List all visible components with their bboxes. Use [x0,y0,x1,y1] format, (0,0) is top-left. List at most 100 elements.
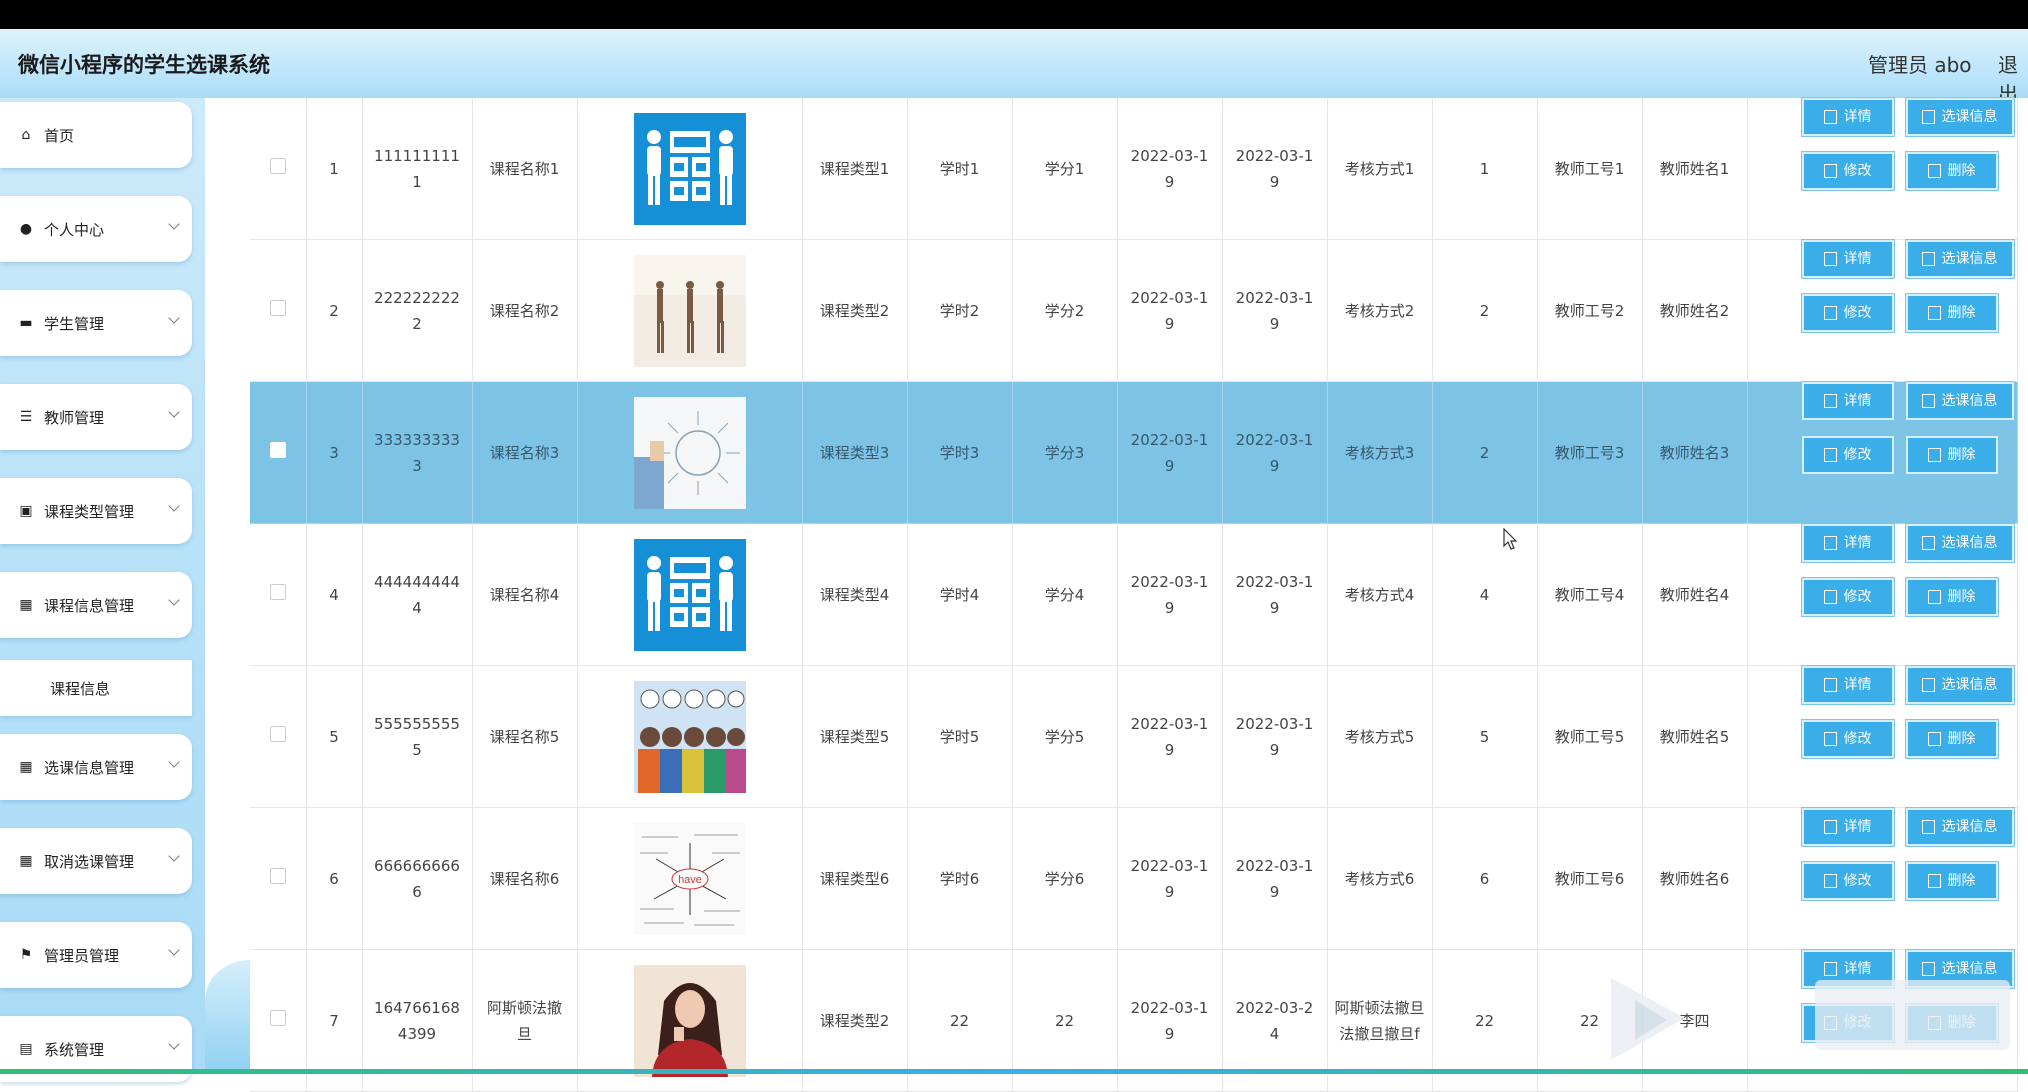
sidebar-item-5[interactable]: ▣ 课程类型管理 [0,478,192,544]
start-date-line1: 2022-03-1 [1130,146,1209,165]
start-date: 2022-03-1 9 [1117,381,1223,524]
detail-button[interactable]: 详情 [1801,382,1894,420]
selection-info-button[interactable]: 选课信息 [1905,382,2014,420]
start-date-line2: 9 [1164,314,1175,333]
edit-button[interactable]: 修改 [1801,152,1894,190]
start-date-line1: 2022-03-1 [1130,998,1209,1017]
detail-button[interactable]: 详情 [1801,98,1894,136]
exam-method: 考核方式6 [1327,807,1433,950]
edit-button[interactable]: 修改 [1801,294,1894,332]
detail-button[interactable]: 详情 [1801,240,1894,278]
sidebar-item-7[interactable]: ▦ 选课信息管理 [0,734,192,800]
course-code: 444444444 4 [362,523,473,666]
home-icon: ⌂ [21,127,31,143]
delete-button[interactable]: 删除 [1905,862,1998,900]
app-header: 微信小程序的学生选课系统 管理员 abo 退出 [0,29,2028,106]
course-code-line1: 666666666 [374,856,460,875]
selection-info-button[interactable]: 选课信息 [1905,98,2014,136]
edit-button-label: 修改 [1843,589,1872,605]
table-row[interactable]: 2 222222222 2 课程名称2 课程类型2 学时2 学分2 2022-03-1 9 202… [250,239,2018,382]
edit-button-label: 修改 [1843,163,1872,179]
row-checkbox[interactable] [269,867,286,884]
course-hours: 学时5 [907,665,1013,808]
course-name-line1: 课程名称5 [489,727,560,746]
table-row[interactable]: 3 333333333 3 课程名称3 课程类型3 学时3 学分3 2022-03-1 9 202… [250,381,2018,524]
detail-button[interactable]: 详情 [1801,808,1894,846]
delete-button[interactable]: 删除 [1905,152,1998,190]
row-actions: 详情 选课信息修改 删除 [1747,523,2018,666]
delete-button-label: 删除 [1947,873,1976,889]
course-code-line2: 4399 [397,1024,437,1043]
selection-info-icon [1921,536,1935,550]
delete-button[interactable]: 删除 [1905,578,1998,616]
start-date-line2: 9 [1164,172,1175,191]
delete-button[interactable]: 删除 [1905,294,1998,332]
end-date-line1: 2022-03-1 [1235,572,1314,591]
course-count: 2 [1432,239,1538,382]
sidebar-item-label: 管理员管理 [44,946,120,965]
selection-info-icon [1921,820,1935,834]
course-image-cell [577,239,803,382]
edit-icon [1823,306,1837,320]
sliders-icon: ☰ [19,409,33,425]
end-date: 2022-03-1 9 [1222,239,1328,382]
selection-info-icon [1921,252,1935,266]
sidebar-subitem-course-info[interactable]: 课程信息 [0,660,192,716]
table-row[interactable]: 4 444444444 4 课程名称4 课程类型4 学时4 学分4 2022-03-1 9 202… [250,523,2018,666]
selection-info-icon [1921,394,1935,408]
course-type: 课程类型1 [802,98,908,240]
sidebar-item-4[interactable]: ☰ 教师管理 [0,384,192,450]
row-checkbox[interactable] [269,441,286,458]
edit-button[interactable]: 修改 [1801,578,1894,616]
table-row[interactable]: 5 555555555 5 课程名称5 课程类型5 学时5 学分5 2022-03-1 9 202… [250,665,2018,808]
delete-button[interactable]: 删除 [1905,436,1998,474]
selection-info-button[interactable]: 选课信息 [1905,524,2014,562]
row-checkbox[interactable] [269,725,286,742]
sidebar-item-6[interactable]: ▦ 课程信息管理 [0,572,192,638]
grid-icon: ▦ [19,759,33,775]
delete-button[interactable]: 删除 [1905,720,1998,758]
sidebar-item-label: 首页 [44,126,75,145]
end-date-line2: 4 [1269,1024,1280,1043]
detail-button[interactable]: 详情 [1801,666,1894,704]
table-row[interactable]: 6 666666666 6 课程名称6 have 课程类型6 学时6 学分6 2022-03-1… [250,807,2018,950]
selection-info-button[interactable]: 选课信息 [1905,666,2014,704]
teacher-id: 教师工号5 [1537,665,1643,808]
selection-info-button[interactable]: 选课信息 [1905,808,2014,846]
row-checkbox[interactable] [269,1009,286,1026]
detail-button[interactable]: 详情 [1801,524,1894,562]
sidebar-item-3[interactable]: ▬ 学生管理 [0,290,192,356]
sidebar-item-9[interactable]: ⚑ 管理员管理 [0,922,192,988]
end-date: 2022-03-1 9 [1222,523,1328,666]
row-checkbox[interactable] [269,157,286,174]
row-checkbox[interactable] [269,299,286,316]
edit-icon [1823,874,1837,888]
edit-button[interactable]: 修改 [1801,862,1894,900]
briefcase-icon: ▬ [19,315,33,331]
row-index: 1 [306,98,363,240]
sidebar-item-2[interactable]: ● 个人中心 [0,196,192,262]
course-credit: 学分3 [1012,381,1118,524]
end-date-line1: 2022-03-2 [1235,998,1314,1017]
course-count: 2 [1432,381,1538,524]
course-image [582,112,798,225]
chevron-down-icon [168,756,180,768]
edit-button[interactable]: 修改 [1801,436,1894,474]
sidebar-item-1[interactable]: ⌂ 首页 [0,102,192,168]
chevron-down-icon [168,944,180,956]
edit-button[interactable]: 修改 [1801,720,1894,758]
selection-info-button-label: 选课信息 [1941,819,1998,835]
course-code-line1: 333333333 [374,430,460,449]
course-name-line1: 课程名称2 [489,301,560,320]
course-type: 课程类型4 [802,523,908,666]
selection-info-button[interactable]: 选课信息 [1905,240,2014,278]
table-row[interactable]: 1 111111111 1 课程名称1 课程类型1 学时1 学分1 2022-03-1 9 202… [250,98,2018,240]
course-code-line1: 222222222 [374,288,460,307]
row-index: 5 [306,665,363,808]
course-name-line1: 阿斯顿法撤 [486,998,562,1017]
course-hours: 学时4 [907,523,1013,666]
sidebar-item-8[interactable]: ▦ 取消选课管理 [0,828,192,894]
start-date-line1: 2022-03-1 [1130,856,1209,875]
watermark-logo-icon [1611,978,2010,1060]
row-checkbox[interactable] [269,583,286,600]
